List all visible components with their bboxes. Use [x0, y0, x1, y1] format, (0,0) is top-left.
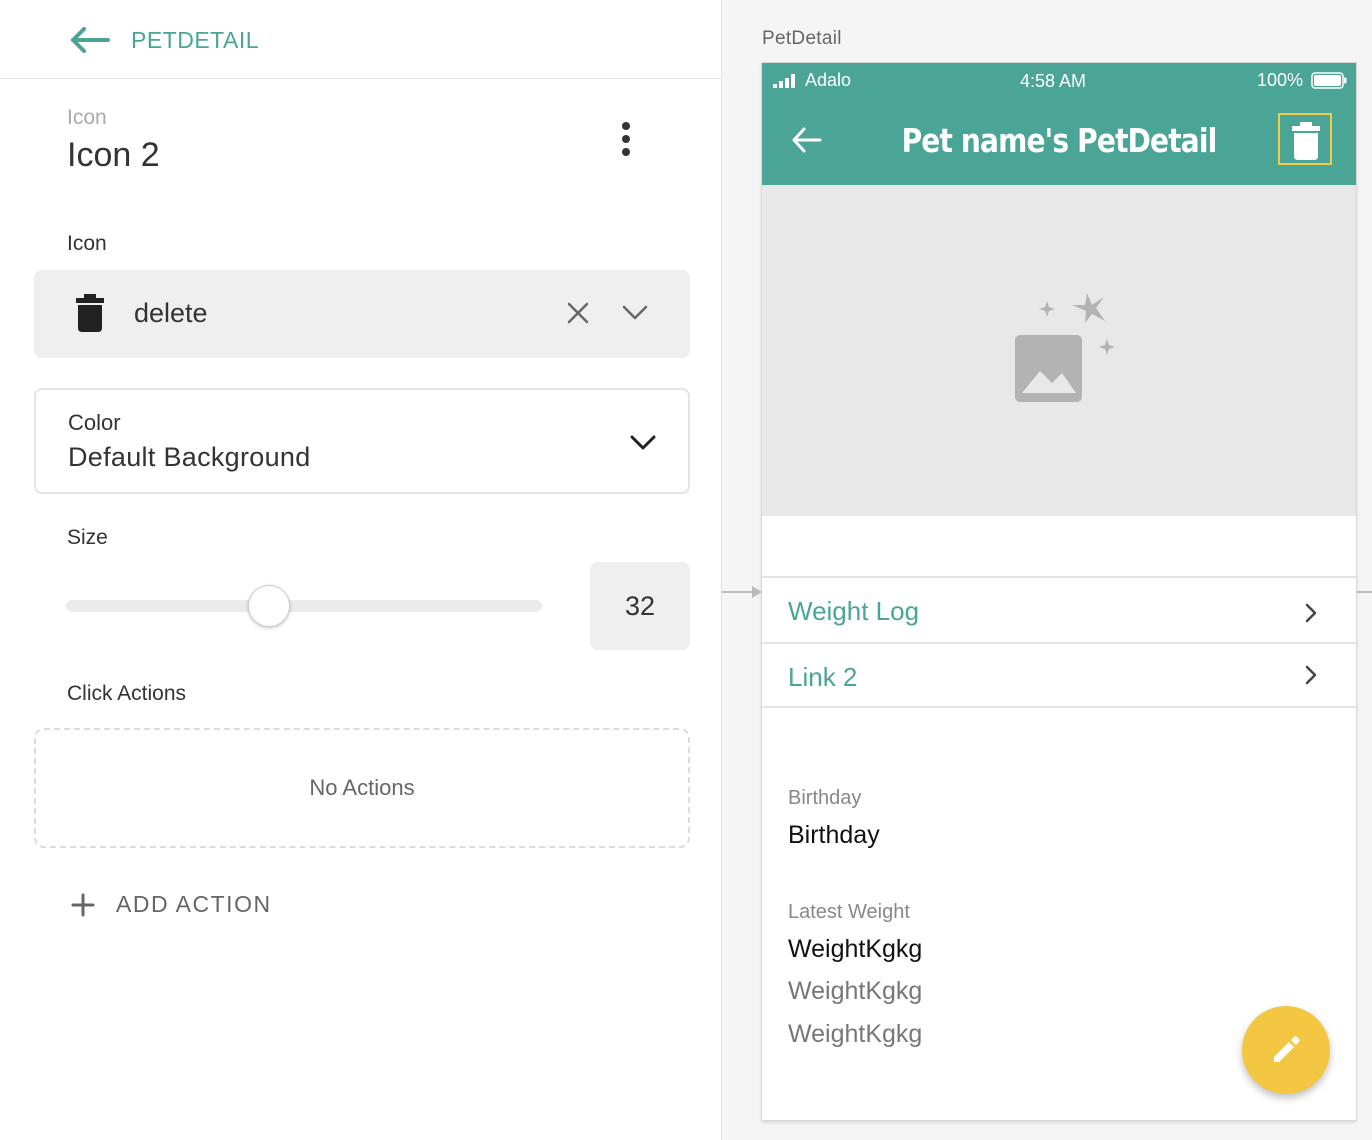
pencil-icon: [1274, 1036, 1300, 1062]
signal-icon: [773, 74, 795, 88]
size-slider-track[interactable]: [66, 600, 542, 612]
image-placeholder: [762, 185, 1356, 516]
link-list: Weight Log Link 2: [762, 576, 1356, 708]
clear-icon[interactable]: [567, 302, 589, 324]
screen-title[interactable]: PetDetail: [762, 28, 842, 50]
size-label: Size: [67, 526, 108, 549]
selected-delete-icon[interactable]: [1278, 113, 1332, 165]
chevron-down-icon[interactable]: [622, 304, 648, 322]
app-bar-title: Pet name's PetDetail: [901, 121, 1218, 160]
icon-value: delete: [134, 298, 208, 328]
add-action-label: ADD ACTION: [116, 891, 272, 917]
component-type-label: Icon: [67, 106, 107, 129]
more-options-icon[interactable]: [616, 122, 636, 160]
click-actions-label: Click Actions: [67, 682, 187, 705]
battery-icon: [1311, 72, 1347, 89]
component-name[interactable]: Icon 2: [67, 136, 160, 175]
screen-name-link[interactable]: PETDETAIL: [131, 27, 259, 54]
trash-icon: [1292, 122, 1320, 160]
phone-preview: Adalo 4:58 AM 100% Pet name's PetDetail: [762, 63, 1356, 1120]
chevron-down-icon: [630, 435, 656, 450]
status-bar: Adalo 4:58 AM 100%: [762, 63, 1356, 99]
trash-icon: [76, 294, 104, 332]
icon-picker[interactable]: delete: [34, 270, 690, 358]
birthday-value: Birthday: [788, 821, 880, 849]
link-connector: [722, 586, 762, 598]
properties-panel: PETDETAIL Icon Icon 2 Icon delete Color …: [0, 0, 722, 1140]
panel-header: PETDETAIL: [0, 0, 722, 79]
chevron-right-icon: [1305, 665, 1317, 685]
link-connector: [1356, 591, 1372, 593]
color-value: Default Background: [68, 442, 311, 472]
list-item-label: Weight Log: [788, 596, 920, 626]
latest-weight-label: Latest Weight: [788, 901, 910, 923]
list-item-link-2[interactable]: Link 2: [762, 642, 1356, 708]
color-select[interactable]: Color Default Background: [34, 388, 690, 494]
actions-list-empty: No Actions: [34, 728, 690, 848]
weight-value: WeightKgkg: [788, 935, 923, 963]
birthday-label: Birthday: [788, 787, 862, 809]
app-bar: Pet name's PetDetail: [762, 99, 1356, 185]
size-input[interactable]: 32: [590, 562, 690, 650]
list-item-label: Link 2: [788, 662, 858, 692]
carrier-name: Adalo: [805, 70, 852, 90]
chevron-right-icon: [1305, 603, 1317, 623]
image-placeholder-icon: [1015, 293, 1115, 402]
status-time: 4:58 AM: [1020, 71, 1087, 91]
battery-percent: 100%: [1257, 70, 1304, 90]
size-slider-thumb[interactable]: [248, 585, 291, 627]
color-label: Color: [68, 410, 121, 435]
weight-value: WeightKgkg: [788, 1020, 923, 1048]
plus-icon: [71, 893, 95, 917]
weight-value: WeightKgkg: [788, 977, 923, 1005]
icon-field-label: Icon: [67, 232, 107, 255]
edit-fab-button[interactable]: [1242, 1006, 1330, 1094]
back-arrow-icon[interactable]: [70, 26, 110, 54]
list-item-weight-log[interactable]: Weight Log: [762, 576, 1356, 642]
